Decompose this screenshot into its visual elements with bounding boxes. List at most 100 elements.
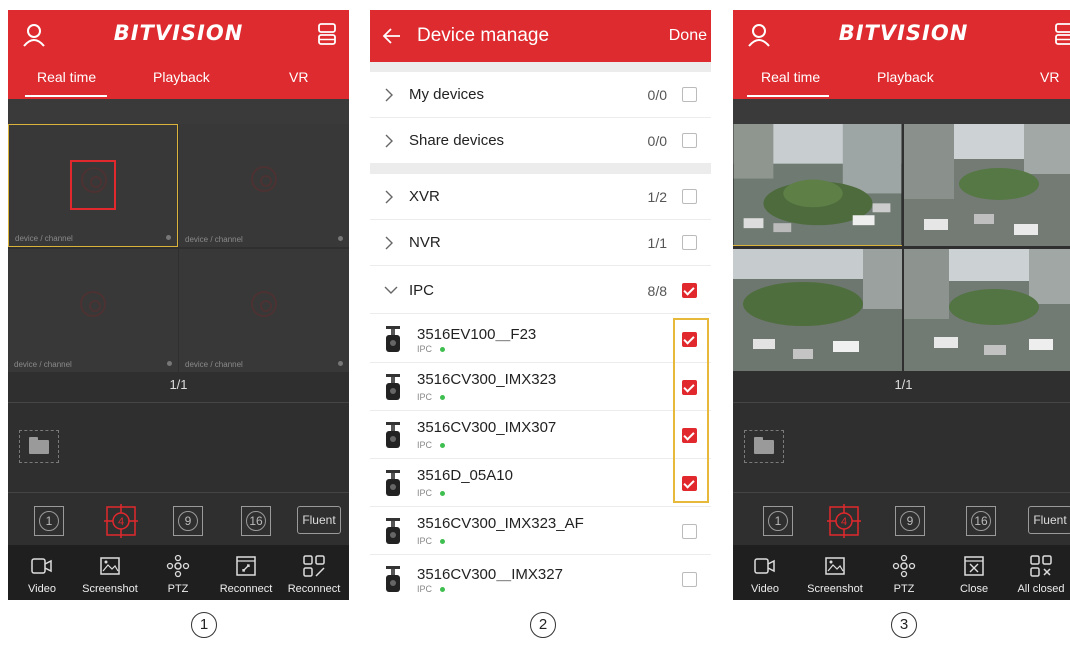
- status-dot: [167, 361, 172, 366]
- reconnect-icon: [236, 556, 256, 576]
- tab-real-time[interactable]: Real time: [761, 69, 820, 85]
- camera-cell-3[interactable]: device / channel: [8, 249, 178, 372]
- camera-feed-4[interactable]: [904, 249, 1070, 371]
- divider: [8, 492, 349, 493]
- device-type: IPC: [417, 344, 433, 354]
- reconnect-all-icon: [303, 555, 325, 577]
- top-strip: [733, 99, 1070, 124]
- tab-vr[interactable]: VR: [1040, 69, 1059, 85]
- video-button[interactable]: Video: [733, 545, 799, 600]
- layout-1-button[interactable]: 1: [34, 506, 64, 536]
- step-caption-1: 1: [191, 612, 217, 638]
- layout-4-button[interactable]: 4: [104, 504, 138, 538]
- group-row-my-devices[interactable]: My devices 0/0: [370, 72, 711, 118]
- device-name: 3516CV300_IMX307: [417, 419, 557, 436]
- active-tab-indicator: [25, 95, 107, 97]
- device-checkbox[interactable]: [682, 524, 697, 539]
- camera-icon: [386, 374, 400, 400]
- device-manage-header: Device manage Done: [370, 10, 711, 62]
- stream-quality-button[interactable]: Fluent: [297, 506, 341, 534]
- cell-label: device / channel: [15, 234, 73, 243]
- group-checkbox[interactable]: [682, 283, 697, 298]
- device-row[interactable]: 3516CV300_IMX307 IPC: [370, 411, 711, 459]
- divider: [733, 492, 1070, 493]
- svg-text:4: 4: [841, 516, 847, 528]
- layout-9-button[interactable]: 9: [173, 506, 203, 536]
- camera-icon: [386, 422, 400, 448]
- chevron-right-icon: [385, 236, 393, 250]
- device-row[interactable]: 3516CV300＿IMX327 IPC: [370, 555, 711, 600]
- device-manage-screen: Device manage Done My devices 0/0 Share …: [370, 10, 711, 600]
- brand-logo: BITVISION: [113, 21, 244, 45]
- camera-feed-1[interactable]: [733, 124, 902, 246]
- svg-text:4: 4: [118, 516, 124, 528]
- layout-9-button[interactable]: 9: [895, 506, 925, 536]
- add-device-slot[interactable]: [744, 430, 784, 463]
- device-type: IPC: [417, 488, 433, 498]
- stream-quality-button[interactable]: Fluent: [1028, 506, 1070, 534]
- layout-16-button[interactable]: 16: [966, 506, 996, 536]
- video-icon: [754, 558, 775, 574]
- online-status-dot: [440, 443, 445, 448]
- device-checkbox[interactable]: [682, 572, 697, 587]
- device-row[interactable]: 3516CV300_IMX323 IPC: [370, 363, 711, 411]
- group-row-share-devices[interactable]: Share devices 0/0: [370, 118, 711, 164]
- screenshot-icon: [100, 557, 120, 575]
- group-row-xvr[interactable]: XVR 1/2: [370, 174, 711, 220]
- video-icon: [31, 558, 52, 574]
- group-checkbox[interactable]: [682, 189, 697, 204]
- device-row[interactable]: 3516D_05A10 IPC: [370, 459, 711, 507]
- layout-4-button[interactable]: 4: [827, 504, 861, 538]
- tab-vr[interactable]: VR: [289, 69, 308, 85]
- close-button[interactable]: Close: [940, 545, 1008, 600]
- tab-playback[interactable]: Playback: [877, 69, 934, 85]
- camera-grid: [733, 124, 1070, 372]
- step-caption-2: 2: [530, 612, 556, 638]
- online-status-dot: [440, 587, 445, 592]
- group-row-nvr[interactable]: NVR 1/1: [370, 220, 711, 266]
- device-list-icon[interactable]: [1052, 22, 1070, 46]
- reconnect-button[interactable]: Reconnect: [212, 545, 280, 600]
- video-button[interactable]: Video: [8, 545, 76, 600]
- ptz-button[interactable]: PTZ: [870, 545, 938, 600]
- device-list-icon[interactable]: [315, 22, 339, 46]
- device-type: IPC: [417, 584, 433, 594]
- selection-highlight: [673, 318, 709, 503]
- page-indicator: 1/1: [894, 377, 913, 392]
- ptz-button[interactable]: PTZ: [144, 545, 212, 600]
- layout-1-button[interactable]: 1: [763, 506, 793, 536]
- step-caption-3: 3: [891, 612, 917, 638]
- close-all-button[interactable]: All closed: [1007, 545, 1070, 600]
- screenshot-button[interactable]: Screenshot: [76, 545, 144, 600]
- group-checkbox[interactable]: [682, 87, 697, 102]
- camera-cell-1[interactable]: device / channel: [8, 124, 178, 247]
- camera-feed-3[interactable]: [733, 249, 902, 371]
- app-header: BITVISION: [8, 10, 349, 60]
- app-header: BITVISION: [733, 10, 1070, 60]
- device-type: IPC: [417, 392, 433, 402]
- camera-cell-2[interactable]: device / channel: [179, 124, 349, 247]
- reconnect-all-button[interactable]: Reconnect: [280, 545, 348, 600]
- cell-label: device / channel: [185, 235, 243, 244]
- chevron-right-icon: [385, 190, 393, 204]
- add-device-slot[interactable]: [19, 430, 59, 463]
- group-checkbox[interactable]: [682, 133, 697, 148]
- brand-logo: BITVISION: [838, 21, 969, 45]
- tab-real-time[interactable]: Real time: [37, 69, 96, 85]
- tab-playback[interactable]: Playback: [153, 69, 210, 85]
- group-checkbox[interactable]: [682, 235, 697, 250]
- camera-feed-2[interactable]: [904, 124, 1070, 246]
- group-row-ipc[interactable]: IPC 8/8: [370, 268, 711, 314]
- section-gap: [370, 164, 711, 174]
- layout-16-button[interactable]: 16: [241, 506, 271, 536]
- camera-icon: [386, 470, 400, 496]
- camera-grid: device / channel device / channel device…: [8, 124, 349, 372]
- device-row[interactable]: 3516CV300_IMX323_AF IPC: [370, 507, 711, 555]
- camera-cell-4[interactable]: device / channel: [179, 249, 349, 372]
- live-view-area: device / channel device / channel device…: [8, 99, 349, 600]
- back-arrow-icon[interactable]: [380, 24, 404, 48]
- done-button[interactable]: Done: [669, 27, 707, 45]
- device-row[interactable]: 3516EV100＿F23 IPC: [370, 315, 711, 363]
- device-name: 3516CV300_IMX323: [417, 371, 557, 388]
- screenshot-button[interactable]: Screenshot: [801, 545, 869, 600]
